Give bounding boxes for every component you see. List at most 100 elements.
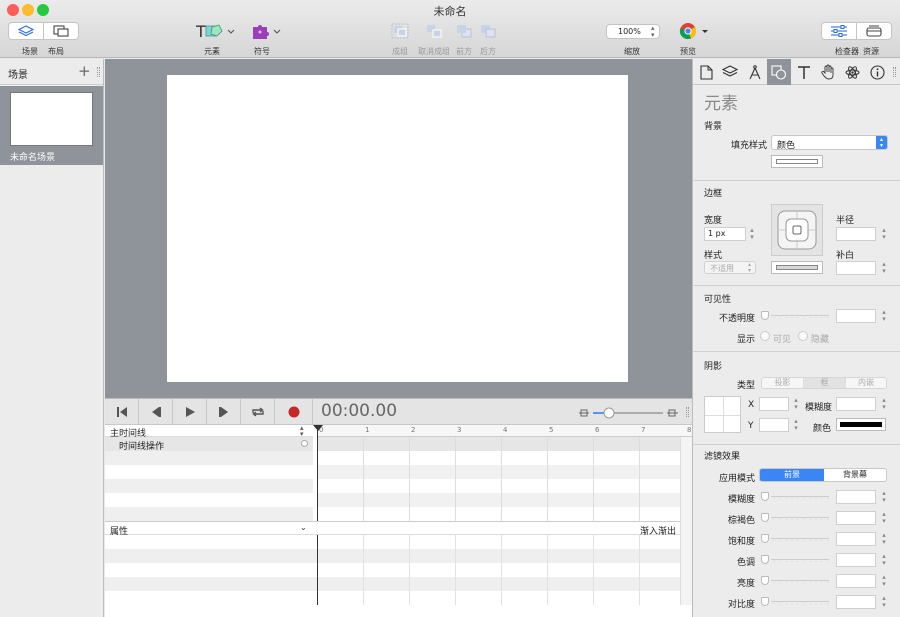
filter-hue-stepper[interactable]: ▴ ▾: [880, 553, 888, 567]
previous-keyframe-button[interactable]: [139, 399, 173, 425]
loop-button[interactable]: [241, 399, 275, 425]
timeline-grid-lines: [317, 437, 680, 521]
border-color-well[interactable]: [771, 261, 823, 274]
layout-toggle-button[interactable]: [44, 23, 78, 39]
shadow-color-well[interactable]: [836, 418, 886, 431]
apply-mode-segmented: 前景 背景幕: [759, 468, 887, 482]
tab-actions[interactable]: [816, 59, 840, 85]
timeline-selector[interactable]: 主时间线 ▴ ▾: [105, 425, 313, 439]
shadow-y-field[interactable]: [759, 418, 789, 432]
bring-front-button[interactable]: [454, 22, 474, 40]
filter-hue-slider[interactable]: [761, 553, 829, 567]
group-button[interactable]: [390, 22, 410, 40]
hidden-radio[interactable]: [798, 331, 808, 341]
go-to-start-button[interactable]: [105, 399, 139, 425]
add-action-icon[interactable]: [301, 440, 308, 447]
separator: [693, 285, 900, 286]
border-width-stepper[interactable]: ▴ ▾: [748, 227, 756, 241]
scene-list-item[interactable]: 未命名场景: [0, 86, 103, 165]
tab-document[interactable]: [694, 59, 718, 85]
timeline-scrollbar[interactable]: [680, 437, 692, 605]
zoom-select[interactable]: 100% ▴ ▾: [606, 24, 660, 39]
record-button[interactable]: [275, 399, 313, 425]
shadow-blur-field[interactable]: [836, 397, 876, 411]
transport-resize-handle-icon[interactable]: [686, 407, 689, 417]
shadow-offset-pad[interactable]: [704, 396, 741, 433]
filter-saturation-stepper[interactable]: ▴ ▾: [880, 532, 888, 546]
padding-field[interactable]: [836, 261, 876, 275]
filter-contrast-field[interactable]: [836, 595, 876, 609]
tab-element[interactable]: [767, 59, 791, 85]
properties-label: 属性: [110, 527, 129, 537]
bring-front-icon: [457, 25, 472, 38]
tab-metrics[interactable]: [743, 59, 767, 85]
filter-contrast-stepper[interactable]: ▴ ▾: [880, 595, 888, 609]
properties-dropdown-icon[interactable]: ⌄: [300, 523, 307, 532]
timeline-actions-row[interactable]: 时间线操作: [105, 437, 313, 452]
shadow-type-drop[interactable]: 投影: [762, 378, 804, 388]
filter-sepia-stepper[interactable]: ▴ ▾: [880, 511, 888, 525]
next-keyframe-button[interactable]: [207, 399, 241, 425]
filter-brightness-slider[interactable]: [761, 574, 829, 588]
background-color-well[interactable]: [771, 155, 823, 168]
tab-layers[interactable]: [718, 59, 742, 85]
filter-contrast-slider[interactable]: [761, 595, 829, 609]
tab-typography[interactable]: [792, 59, 816, 85]
tab-identity[interactable]: [865, 59, 889, 85]
puzzle-icon: [253, 25, 281, 39]
visible-radio[interactable]: [760, 331, 770, 341]
resources-toggle-button[interactable]: [857, 23, 891, 39]
filter-sepia-field[interactable]: [836, 511, 876, 525]
scene-canvas[interactable]: [167, 75, 628, 382]
filter-blur-field[interactable]: [836, 490, 876, 504]
shadow-x-field[interactable]: [759, 397, 789, 411]
filter-brightness-stepper[interactable]: ▴ ▾: [880, 574, 888, 588]
radius-field[interactable]: [836, 227, 876, 241]
filter-saturation-field[interactable]: [836, 532, 876, 546]
step-back-icon: [151, 407, 161, 417]
scenes-toggle-button[interactable]: [9, 23, 44, 39]
fill-style-label: 填充样式: [730, 141, 767, 151]
border-width-field[interactable]: 1 px: [704, 227, 746, 241]
add-scene-button[interactable]: +: [78, 62, 91, 80]
ungroup-button[interactable]: [424, 22, 444, 40]
opacity-field[interactable]: [836, 309, 876, 323]
send-back-button[interactable]: [478, 22, 498, 40]
elements-label: 元素: [204, 47, 220, 56]
time-ruler[interactable]: 0 1 2 3 4 5 6 7 8: [317, 425, 692, 437]
opacity-stepper[interactable]: ▴ ▾: [880, 309, 888, 323]
scenes-header: 场景 +: [0, 59, 103, 85]
filter-blur-slider[interactable]: [761, 490, 829, 504]
filter-blur-stepper[interactable]: ▴ ▾: [880, 490, 888, 504]
apply-mode-backdrop[interactable]: 背景幕: [824, 469, 886, 481]
shadow-type-box[interactable]: 框: [804, 378, 846, 388]
resize-handle-icon[interactable]: [97, 67, 100, 77]
shadow-blur-stepper[interactable]: ▴ ▾: [880, 397, 888, 411]
shadow-y-stepper[interactable]: ▴ ▾: [792, 418, 800, 432]
elements-button[interactable]: T: [193, 21, 237, 41]
preview-button[interactable]: [677, 21, 711, 41]
filter-hue-field[interactable]: [836, 553, 876, 567]
play-button[interactable]: [173, 399, 207, 425]
filter-saturation-slider[interactable]: [761, 532, 829, 546]
timeline-zoom-slider[interactable]: [579, 407, 679, 419]
shadow-x-stepper[interactable]: ▴ ▾: [792, 397, 800, 411]
radius-stepper[interactable]: ▴ ▾: [880, 227, 888, 241]
inspector-toggle-button[interactable]: [822, 23, 857, 39]
playhead-handle-icon[interactable]: [313, 425, 323, 431]
fill-style-select[interactable]: 颜色 ▴ ▾: [771, 135, 888, 151]
filter-brightness-field[interactable]: [836, 574, 876, 588]
symbols-button[interactable]: [250, 21, 282, 41]
filter-contrast-label: 对比度: [727, 600, 755, 610]
filter-sepia-label: 棕褐色: [727, 516, 755, 526]
inspector-resize-handle-icon[interactable]: [893, 67, 896, 77]
padding-stepper[interactable]: ▴ ▾: [880, 261, 888, 275]
filter-sepia-slider[interactable]: [761, 511, 829, 525]
shadow-type-inset[interactable]: 内嵌: [846, 378, 886, 388]
border-sides-selector[interactable]: [771, 204, 823, 256]
fill-style-dropdown-icon: ▴ ▾: [876, 136, 887, 149]
tab-physics[interactable]: [840, 59, 864, 85]
border-style-select[interactable]: 不适用 ▴ ▾: [704, 261, 756, 274]
opacity-slider[interactable]: [761, 309, 829, 323]
apply-mode-foreground[interactable]: 前景: [760, 469, 824, 481]
